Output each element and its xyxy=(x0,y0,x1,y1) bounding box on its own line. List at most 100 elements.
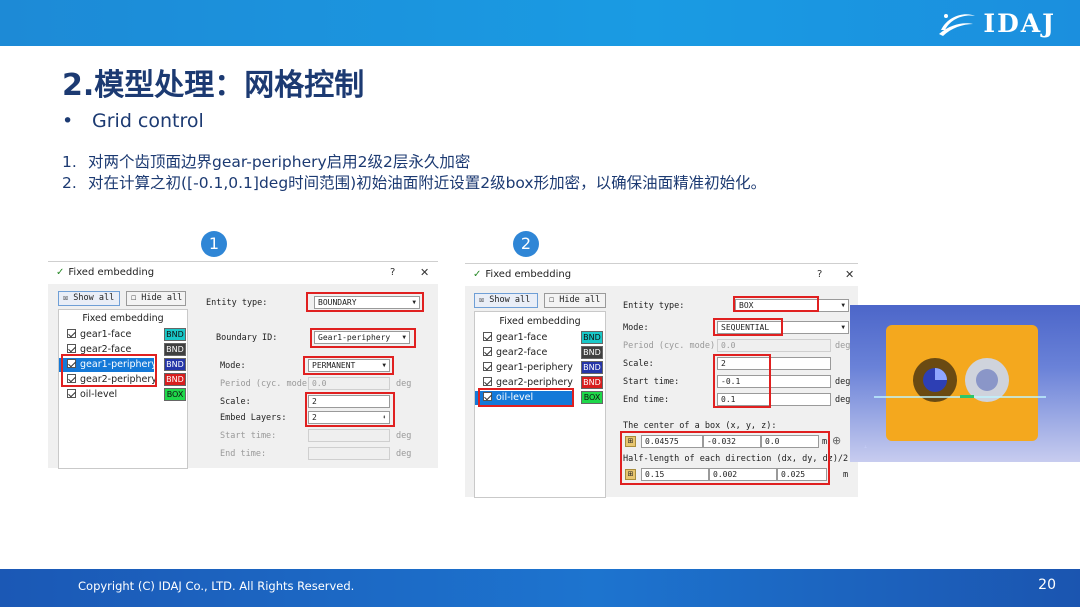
show-all-label: Show all xyxy=(73,293,115,303)
bullet-dot: • xyxy=(62,110,74,132)
highlight-box xyxy=(305,392,395,427)
entity-type-label: Entity type: xyxy=(623,301,685,311)
period-input: 0.0 xyxy=(717,339,831,352)
swoosh-icon xyxy=(939,14,976,36)
fixed-embedding-dialog-2: ✓ Fixed embedding ? ✕ ☒ Show all ☐ Hide a… xyxy=(465,263,858,498)
check-icon: ✓ xyxy=(56,267,65,278)
start-time-unit: deg xyxy=(835,377,851,387)
period-label: Period (cyc. mode): xyxy=(220,379,318,389)
help-button[interactable]: ? xyxy=(390,262,395,284)
type-badge: BND xyxy=(164,358,186,371)
tree-item-label: oil-level xyxy=(80,389,118,400)
checkbox-icon[interactable] xyxy=(483,332,492,341)
mode-label: Mode: xyxy=(220,361,246,371)
fixed-embedding-dialog-1: ✓ Fixed embedding ? ✕ ☒ Show all ☐ Hide a… xyxy=(48,261,438,469)
period-label: Period (cyc. mode): xyxy=(623,341,721,351)
scale-label: Scale: xyxy=(220,397,251,407)
highlight-box xyxy=(310,328,416,348)
end-time-label: End time: xyxy=(623,395,670,405)
highlight-box xyxy=(620,431,830,485)
highlight-box xyxy=(478,388,574,407)
highlight-box xyxy=(303,356,394,375)
help-button[interactable]: ? xyxy=(817,264,822,286)
hide-all-label: Hide all xyxy=(559,295,601,305)
slide-title: 2.模型处理：网格控制 xyxy=(62,68,365,103)
bullet-item: • Grid control xyxy=(62,110,204,132)
half-unit: m xyxy=(843,470,849,480)
period-input: 0.0 xyxy=(308,377,390,390)
hide-all-button[interactable]: ☐ Hide all xyxy=(544,293,606,308)
list-item: 1. 对两个齿顶面边界gear-periphery启用2级2层永久加密 xyxy=(62,152,766,173)
3d-viewport[interactable]: ⊥ xyxy=(850,305,1080,462)
end-time-unit: deg xyxy=(835,395,851,405)
footer-bar: Copyright (C) IDAJ Co., LTD. All Rights … xyxy=(0,569,1080,607)
list-text: 对在计算之初([-0.1,0.1]deg时间范围)初始油面附近设置2级box形加… xyxy=(88,174,767,192)
dropdown-arrow-icon: ▼ xyxy=(841,324,845,331)
bullet-text: Grid control xyxy=(92,110,204,132)
type-badge: BND xyxy=(581,331,603,344)
end-time-unit: deg xyxy=(396,449,412,459)
highlight-box xyxy=(61,354,157,387)
center-label: The center of a box (x, y, z): xyxy=(623,421,777,431)
close-button[interactable]: ✕ xyxy=(845,264,854,286)
header-bar: IDAJ xyxy=(0,0,1080,46)
period-unit: deg xyxy=(835,341,851,351)
crosshair-icon[interactable]: ⊕ xyxy=(832,434,841,447)
checkbox-icon[interactable] xyxy=(483,377,492,386)
hide-all-button[interactable]: ☐ Hide all xyxy=(126,291,186,306)
gear-model-render: ⊥ xyxy=(864,325,1046,449)
checkbox-icon[interactable] xyxy=(67,329,76,338)
type-badge: BND xyxy=(581,361,603,374)
oil-box-marker xyxy=(960,395,974,398)
dialog-titlebar: ✓ Fixed embedding ? ✕ xyxy=(465,264,858,286)
start-time-unit: deg xyxy=(396,431,412,441)
type-badge: BND xyxy=(164,328,186,341)
tree-item-label: gear2-periphery xyxy=(496,377,573,388)
logo-text: IDAJ xyxy=(983,8,1056,38)
checkbox-icon[interactable] xyxy=(483,362,492,371)
show-all-button[interactable]: ☒ Show all xyxy=(58,291,120,306)
period-unit: deg xyxy=(396,379,412,389)
type-badge: BOX xyxy=(164,388,186,401)
gear-housing xyxy=(886,325,1038,441)
list-number: 1. xyxy=(62,153,77,171)
tree-header: Fixed embedding xyxy=(499,316,581,327)
list-number: 2. xyxy=(62,174,77,192)
boundary-id-label: Boundary ID: xyxy=(216,333,278,343)
type-badge: BND xyxy=(164,343,186,356)
checkbox-icon[interactable] xyxy=(67,344,76,353)
highlight-box xyxy=(733,296,819,312)
type-badge: BND xyxy=(581,346,603,359)
dropdown-arrow-icon: ▼ xyxy=(841,302,845,309)
scale-label: Scale: xyxy=(623,359,654,369)
embed-layers-label: Embed Layers: xyxy=(220,413,287,423)
copyright-text: Copyright (C) IDAJ Co., LTD. All Rights … xyxy=(78,579,355,593)
show-all-label: Show all xyxy=(489,295,531,305)
mode-label: Mode: xyxy=(623,323,649,333)
embedding-tree: Fixed embedding gear1-face gear2-face ge… xyxy=(58,309,188,469)
highlight-box xyxy=(713,318,783,336)
brand-logo: IDAJ xyxy=(937,7,1056,39)
step-marker-1: 1 xyxy=(201,231,227,257)
dialog-title: Fixed embedding xyxy=(485,269,572,280)
list-item: 2. 对在计算之初([-0.1,0.1]deg时间范围)初始油面附近设置2级box… xyxy=(62,173,766,194)
highlight-box xyxy=(306,292,424,312)
page-number: 20 xyxy=(1038,577,1056,593)
tree-item-label: gear1-face xyxy=(80,329,132,340)
entity-type-label: Entity type: xyxy=(206,298,268,308)
close-button[interactable]: ✕ xyxy=(420,262,429,284)
type-badge: BOX xyxy=(581,391,603,404)
type-badge: BND xyxy=(581,376,603,389)
checkbox-icon[interactable] xyxy=(483,347,492,356)
list-text: 对两个齿顶面边界gear-periphery启用2级2层永久加密 xyxy=(88,153,471,171)
tree-header: Fixed embedding xyxy=(82,313,164,324)
start-time-label: Start time: xyxy=(220,431,277,441)
hide-all-label: Hide all xyxy=(141,293,183,303)
checkbox-icon[interactable] xyxy=(67,389,76,398)
numbered-list: 1. 对两个齿顶面边界gear-periphery启用2级2层永久加密 2. 对在计… xyxy=(62,152,766,194)
axis-triad-icon: ⊥ xyxy=(864,444,868,449)
dialog-title: Fixed embedding xyxy=(68,267,155,278)
tree-item-label: gear1-periphery xyxy=(496,362,573,373)
step-marker-2: 2 xyxy=(513,231,539,257)
show-all-button[interactable]: ☒ Show all xyxy=(474,293,538,308)
